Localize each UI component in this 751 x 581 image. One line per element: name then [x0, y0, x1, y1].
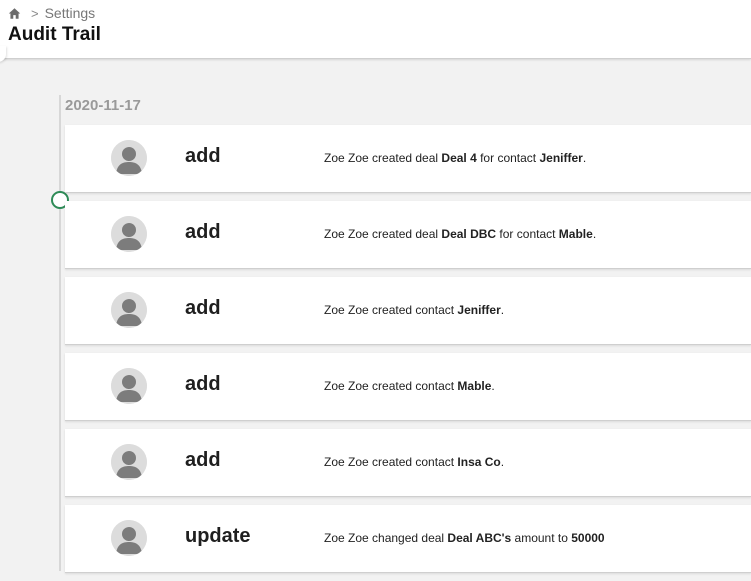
- audit-entry-list: add Zoe Zoe created deal Deal 4 for cont…: [65, 125, 751, 581]
- breadcrumb-separator: >: [31, 5, 39, 21]
- audit-description: Zoe Zoe created deal Deal DBC for contac…: [324, 227, 597, 241]
- page-title: Audit Trail: [8, 24, 101, 45]
- audit-action: add: [185, 449, 221, 471]
- breadcrumb-item-settings[interactable]: Settings: [45, 5, 96, 21]
- audit-description: Zoe Zoe created contact Insa Co.: [324, 455, 505, 469]
- audit-action: add: [185, 221, 221, 243]
- breadcrumb: > Settings: [8, 4, 95, 22]
- audit-action: add: [185, 145, 221, 167]
- audit-action: update: [185, 525, 251, 547]
- home-icon[interactable]: [8, 7, 21, 20]
- audit-description: Zoe Zoe created contact Jeniffer.: [324, 303, 505, 317]
- user-avatar-icon: [111, 292, 147, 328]
- timeline-line: [59, 95, 61, 571]
- audit-description: Zoe Zoe created contact Mable.: [324, 379, 495, 393]
- user-avatar-icon: [111, 444, 147, 480]
- audit-entry[interactable]: add Zoe Zoe created deal Deal DBC for co…: [65, 201, 751, 269]
- audit-entry[interactable]: add Zoe Zoe created contact Mable.: [65, 353, 751, 421]
- user-avatar-icon: [111, 140, 147, 176]
- page-header: > Settings Audit Trail: [0, 0, 751, 62]
- audit-description: Zoe Zoe changed deal Deal ABC's amount t…: [324, 531, 605, 545]
- user-avatar-icon: [111, 520, 147, 556]
- audit-entry[interactable]: update Zoe Zoe changed deal Deal ABC's a…: [65, 505, 751, 573]
- user-avatar-icon: [111, 216, 147, 252]
- audit-entry[interactable]: add Zoe Zoe created contact Insa Co.: [65, 429, 751, 497]
- audit-entry[interactable]: add Zoe Zoe created deal Deal 4 for cont…: [65, 125, 751, 193]
- audit-action: add: [185, 373, 221, 395]
- timeline-date: 2020-11-17: [65, 97, 141, 114]
- user-avatar-icon: [111, 368, 147, 404]
- audit-description: Zoe Zoe created deal Deal 4 for contact …: [324, 151, 587, 165]
- header-tab-handle[interactable]: [0, 46, 6, 62]
- audit-action: add: [185, 297, 221, 319]
- audit-entry[interactable]: add Zoe Zoe created contact Jeniffer.: [65, 277, 751, 345]
